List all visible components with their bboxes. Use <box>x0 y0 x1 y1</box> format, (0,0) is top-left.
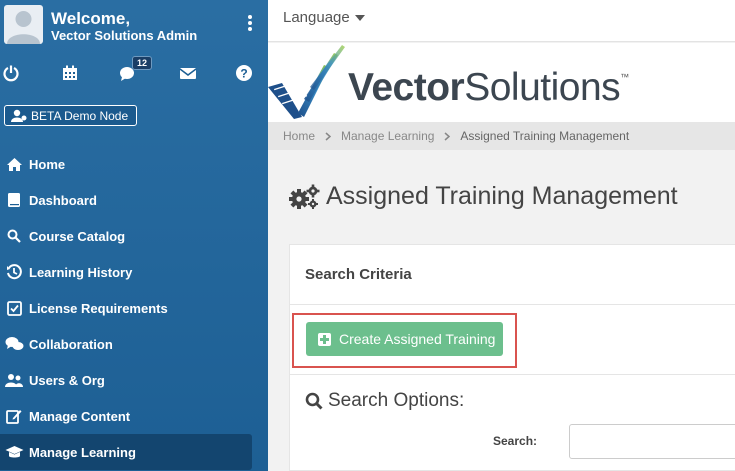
vector-solutions-logo-mark <box>268 45 345 119</box>
search-icon <box>4 227 24 245</box>
sidebar-item-label: Collaboration <box>29 336 113 352</box>
caret-down-icon <box>354 15 365 22</box>
sidebar-item-label: Learning History <box>29 264 133 280</box>
sidebar-item-label: Dashboard <box>29 192 97 208</box>
sidebar-item-home[interactable]: Home <box>0 146 268 182</box>
breadcrumb-current: Assigned Training Management <box>460 129 630 143</box>
book-icon <box>4 191 24 209</box>
checkbox-icon <box>4 299 24 317</box>
welcome-text: Welcome, <box>51 9 131 28</box>
sidebar-item-collaboration[interactable]: Collaboration <box>0 326 268 362</box>
search-options-heading: Search Options: <box>305 390 464 412</box>
user-gear-icon <box>11 109 27 122</box>
breadcrumb: Home Manage Learning Assigned Training M… <box>268 122 735 150</box>
power-icon[interactable] <box>2 64 22 84</box>
sidebar-item-learning-history[interactable]: Learning History <box>0 254 268 290</box>
beta-demo-node-button[interactable]: BETA Demo Node <box>4 105 137 126</box>
search-input[interactable] <box>569 424 735 459</box>
edit-icon <box>4 407 24 425</box>
sidebar-item-label: Users & Org <box>29 372 105 388</box>
user-name: Vector Solutions Admin <box>51 28 198 43</box>
profile-header: Welcome, Vector Solutions Admin <box>0 0 268 50</box>
create-assigned-training-label: Create Assigned Training <box>339 331 496 347</box>
history-icon <box>4 263 24 281</box>
sidebar-item-label: Manage Content <box>29 408 131 424</box>
sidebar-item-label: Course Catalog <box>29 228 126 244</box>
action-row: Create Assigned Training <box>290 305 735 375</box>
page-title-text: Assigned Training Management <box>326 182 678 210</box>
sidebar-item-label: Manage Learning <box>29 444 136 460</box>
chevron-right-icon <box>325 131 332 141</box>
breadcrumb-manage-learning[interactable]: Manage Learning <box>341 129 434 143</box>
sidebar-item-license-requirements[interactable]: License Requirements <box>0 290 268 326</box>
sidebar-item-label: License Requirements <box>29 300 168 316</box>
more-options-icon[interactable] <box>244 14 256 36</box>
sidebar-nav: Home Dashboard Course Catalog Learning H… <box>0 146 268 470</box>
logo-wordmark: VectorSolutions™ <box>348 66 629 110</box>
breadcrumb-home[interactable]: Home <box>283 129 315 143</box>
plus-square-icon <box>318 332 331 346</box>
search-criteria-panel: Search Criteria Create Assigned Training… <box>289 244 735 471</box>
sidebar-item-users-org[interactable]: Users & Org <box>0 362 268 398</box>
create-assigned-training-button[interactable]: Create Assigned Training <box>306 322 503 356</box>
home-icon <box>4 155 24 173</box>
search-field-label: Search: <box>493 434 538 448</box>
graduation-cap-icon <box>4 443 24 461</box>
search-options-label: Search Options: <box>328 390 465 411</box>
sidebar-item-manage-content[interactable]: Manage Content <box>0 398 268 434</box>
sidebar: Welcome, Vector Solutions Admin ? 12 BET… <box>0 0 268 471</box>
beta-demo-node-label: BETA Demo Node <box>31 108 129 123</box>
logo-word-bold: Vector <box>348 66 465 109</box>
notification-count-badge: 12 <box>132 56 153 70</box>
calendar-icon[interactable] <box>61 64 81 84</box>
page-title: Assigned Training Management <box>288 182 678 211</box>
language-dropdown[interactable]: Language <box>283 9 365 26</box>
avatar[interactable] <box>4 5 43 44</box>
top-bar: Language <box>268 0 735 42</box>
sidebar-item-course-catalog[interactable]: Course Catalog <box>0 218 268 254</box>
logo-banner: VectorSolutions™ <box>268 43 735 122</box>
sidebar-item-manage-learning[interactable]: Manage Learning <box>0 434 252 470</box>
svg-text:?: ? <box>240 67 247 81</box>
help-icon[interactable]: ? <box>235 64 255 84</box>
sidebar-item-dashboard[interactable]: Dashboard <box>0 182 268 218</box>
language-label: Language <box>283 9 350 26</box>
sidebar-item-label: Home <box>29 156 66 172</box>
search-icon <box>305 392 323 410</box>
chevron-right-icon <box>444 131 451 141</box>
logo-trademark: ™ <box>620 72 629 82</box>
comments-icon <box>4 335 24 353</box>
logo-word-light: Solutions <box>464 66 621 109</box>
mail-icon[interactable] <box>179 64 199 84</box>
panel-header: Search Criteria <box>290 245 735 305</box>
users-icon <box>4 371 24 389</box>
gears-icon <box>289 184 320 209</box>
